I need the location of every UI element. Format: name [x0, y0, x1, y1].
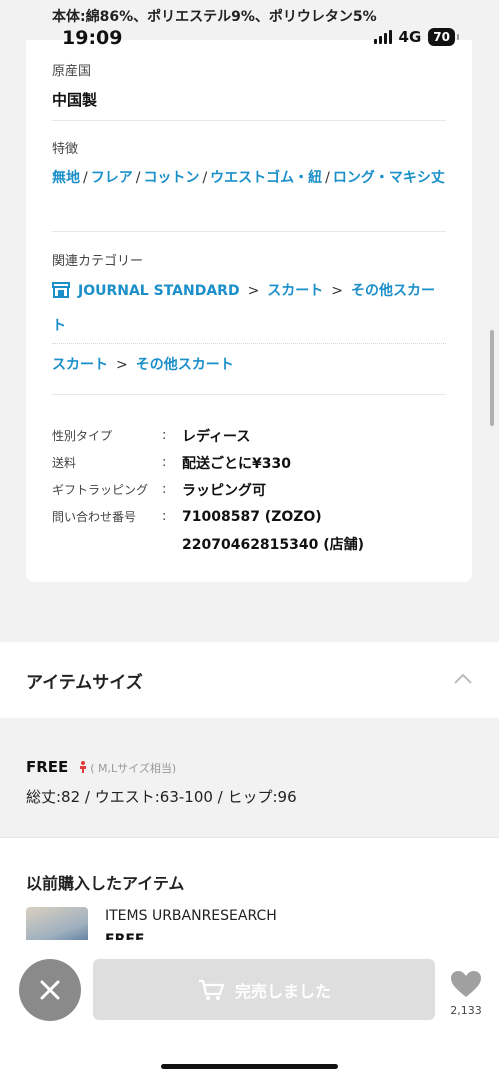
previous-title: 以前購入したアイテム [26, 874, 185, 893]
divider [52, 394, 446, 395]
home-indicator [161, 1064, 338, 1069]
previous-item-brand[interactable]: ITEMS URBANRESEARCH [105, 908, 277, 924]
status-indicators: 4G 70 [373, 28, 459, 46]
related-category-other-skirt-2[interactable]: その他スカート [136, 357, 234, 373]
spec-colon: : [162, 428, 167, 443]
size-line: FREE ( M,Lサイズ相当) [26, 758, 176, 776]
feature-separator: / [202, 170, 208, 186]
feature-link-solid[interactable]: 無地 [52, 170, 80, 186]
chevron-up-icon[interactable] [453, 670, 473, 689]
spec-value: ラッピング可 [182, 482, 266, 499]
origin-value: 中国製 [52, 91, 98, 109]
features-section: 特徴 無地 / フレア / コットン / ウエストゴム・紐 / ロング・マキシ丈 [52, 138, 446, 195]
spec-value: 71008587 (ZOZO) [182, 508, 322, 525]
feature-link-flare[interactable]: フレア [91, 170, 133, 186]
feature-separator: / [135, 170, 141, 186]
spec-colon: : [162, 482, 167, 497]
scrollbar[interactable] [490, 330, 494, 426]
breadcrumb-arrow: > [116, 357, 128, 373]
features-list: 無地 / フレア / コットン / ウエストゴム・紐 / ロング・マキシ丈 [52, 161, 446, 195]
soldout-button[interactable]: 完売しました [93, 959, 435, 1020]
related-category-skirt-2[interactable]: スカート [52, 357, 108, 373]
spec-value: 22070462815340 (店舗) [182, 536, 365, 553]
status-time: 19:09 [62, 27, 123, 49]
spec-value: 配送ごとに¥330 [182, 455, 291, 472]
favorite-count: 2,133 [450, 1004, 482, 1017]
spec-row: 性別タイプ : レディース [52, 422, 452, 449]
size-name: FREE [26, 758, 69, 776]
spec-colon: : [162, 509, 167, 524]
divider [52, 231, 446, 232]
spec-key: 問い合わせ番号 [52, 510, 137, 524]
feature-link-cotton[interactable]: コットン [143, 170, 199, 186]
spec-key: 送料 [52, 456, 77, 470]
spec-row: 22070462815340 (店舗) [52, 530, 452, 557]
signal-icon [373, 30, 392, 44]
features-label: 特徴 [52, 142, 79, 157]
item-size-body: FREE ( M,Lサイズ相当) 総丈:82 / ウエスト:63-100 / ヒ… [0, 730, 499, 836]
close-button[interactable] [19, 959, 81, 1021]
spec-row: ギフトラッピング : ラッピング可 [52, 476, 452, 503]
feature-separator: / [83, 170, 88, 186]
heart-icon [451, 971, 481, 997]
breadcrumb-arrow: > [247, 283, 260, 299]
origin-section: 原産国 中国製 [52, 60, 446, 110]
feature-separator: / [325, 170, 330, 186]
feature-link-long[interactable]: ロング・マキシ丈 [333, 170, 445, 186]
product-details-card: 原産国 中国製 特徴 無地 / フレア / コットン / ウエストゴム・紐 / ロング・マキシ丈… [26, 40, 472, 582]
spec-colon: : [162, 455, 167, 470]
soldout-label: 完売しました [234, 981, 331, 1001]
person-icon [79, 761, 86, 773]
size-note: ( M,Lサイズ相当) [79, 761, 177, 775]
related-line-1: JOURNAL STANDARD > スカート > その他スカート [52, 275, 446, 342]
previous-item-thumbnail[interactable] [26, 907, 88, 941]
related-label: 関連カテゴリー [52, 254, 144, 269]
shop-icon [52, 278, 70, 310]
favorite-button[interactable]: 2,133 [448, 970, 484, 1017]
spec-key: ギフトラッピング [52, 483, 149, 497]
close-icon [40, 980, 60, 1000]
breadcrumb-arrow: > [331, 283, 344, 299]
spec-value: レディース [182, 428, 251, 445]
divider [52, 343, 446, 344]
item-size-title: アイテムサイズ [26, 673, 143, 693]
related-category-skirt[interactable]: スカート [267, 283, 323, 299]
origin-label: 原産国 [52, 64, 92, 79]
bottom-action-bar: 完売しました 2,133 [0, 940, 499, 1080]
status-bar: 本体:綿86%、ポリエステル9%、ポリウレタン5% 19:09 4G 70 [0, 0, 499, 50]
spec-row: 送料 : 配送ごとに¥330 [52, 449, 452, 476]
spec-key: 性別タイプ [52, 429, 113, 443]
related-line-2-section: スカート > その他スカート [52, 349, 446, 381]
feature-link-waist[interactable]: ウエストゴム・紐 [210, 170, 322, 186]
size-measurements: 総丈:82 / ウエスト:63-100 / ヒップ:96 [26, 788, 297, 806]
cart-icon [198, 979, 225, 1000]
related-section: 関連カテゴリー JOURNAL STANDARD > スカート > その他スカート [52, 250, 446, 342]
battery-icon: 70 [428, 28, 459, 46]
spec-row: 問い合わせ番号 : 71008587 (ZOZO) [52, 503, 452, 530]
size-note-text: ( M,Lサイズ相当) [90, 762, 177, 775]
spec-table: 性別タイプ : レディース 送料 : 配送ごとに¥330 ギフトラッピング : … [52, 422, 452, 557]
related-shop-link[interactable]: JOURNAL STANDARD [78, 283, 240, 299]
related-line-2: スカート > その他スカート [52, 349, 446, 381]
previous-purchase-section: 以前購入したアイテム ITEMS URBANRESEARCH FREE [0, 837, 499, 941]
divider [52, 120, 446, 121]
item-size-header[interactable]: アイテムサイズ [0, 642, 499, 718]
network-label: 4G [398, 28, 422, 46]
material-text: 本体:綿86%、ポリエステル9%、ポリウレタン5% [52, 9, 377, 25]
